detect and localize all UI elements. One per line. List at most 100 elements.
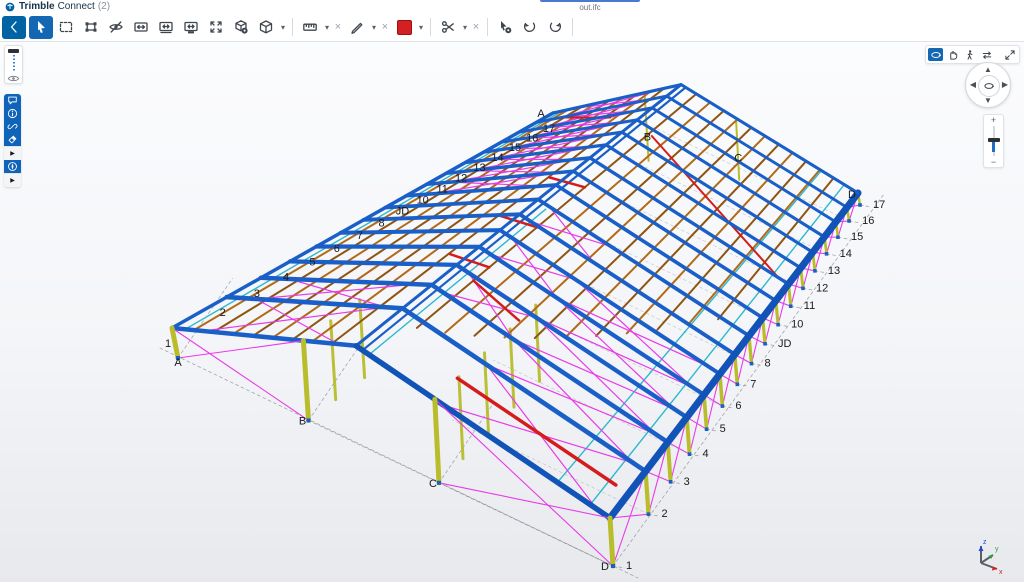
grid-label: 12 <box>455 173 467 185</box>
undo-button[interactable] <box>518 16 542 39</box>
expand-panel-top[interactable]: ▶ <box>4 146 21 160</box>
zoom-in-button[interactable]: + <box>991 115 996 125</box>
grid-label: 4 <box>283 271 289 283</box>
grid-label: A <box>174 357 182 369</box>
transparency-slider-track[interactable] <box>13 55 15 72</box>
axes-triad: z y x <box>968 534 1010 576</box>
expand-panel-bottom[interactable]: ▶ <box>4 173 21 187</box>
grid-label: 2 <box>220 307 226 319</box>
model-tab-label[interactable]: out.ifc <box>540 3 640 12</box>
grid-label: 8 <box>765 358 771 370</box>
grid-label: 6 <box>334 243 340 255</box>
grid-label: 15 <box>851 231 863 243</box>
orbit-tool[interactable] <box>928 48 943 61</box>
rotate-down-chevron[interactable]: ▼ <box>984 97 992 105</box>
zoom-out-button[interactable]: − <box>991 157 996 167</box>
brand-name-bold: Trimble <box>19 1 55 12</box>
model-options-tool[interactable] <box>229 16 253 39</box>
zoom-slider-handle[interactable] <box>988 138 1000 142</box>
clear-tool-button[interactable]: × <box>379 21 391 33</box>
grid-label: 13 <box>828 265 840 277</box>
ghost-eye-icon <box>7 74 20 83</box>
swap-view-tool[interactable] <box>979 48 994 61</box>
x-axis-label: x <box>999 569 1003 576</box>
zoom-slider[interactable]: + − <box>983 114 1004 168</box>
dropdown-caret[interactable]: ▾ <box>417 23 425 32</box>
toolbar-separator <box>487 18 488 36</box>
rotate-left-chevron[interactable]: ◀ <box>969 81 977 89</box>
clear-tool-button[interactable]: × <box>332 21 344 33</box>
explode-tool[interactable] <box>4 160 21 173</box>
transparency-slider[interactable] <box>4 45 23 84</box>
pick-settings-tool[interactable] <box>493 16 517 39</box>
model-viewport[interactable]: 1122334455667788JDJD10101111121213131414… <box>0 42 1024 582</box>
grid-label: B <box>644 131 651 143</box>
model-3d-view[interactable]: 1122334455667788JDJD10101111121213131414… <box>0 42 1024 582</box>
zoom-slider-track[interactable] <box>993 126 995 156</box>
grid-label: JD <box>778 338 792 350</box>
link-tool[interactable] <box>4 120 21 133</box>
orbit-center-icon[interactable] <box>978 75 1000 97</box>
markup-color-swatch[interactable] <box>392 16 416 39</box>
z-axis-arrow <box>979 546 984 551</box>
clear-tool-button[interactable]: × <box>470 21 482 33</box>
grid-label: 14 <box>491 152 503 164</box>
grid-label: 7 <box>357 230 363 242</box>
pan-tool[interactable] <box>945 48 960 61</box>
grid-label: 13 <box>473 162 485 174</box>
model-count-badge: (2) <box>98 1 110 12</box>
markup-comment-tool[interactable] <box>4 94 21 107</box>
toolbar-separator <box>430 18 431 36</box>
grid-label: 11 <box>804 300 815 312</box>
grid-label: 1 <box>626 560 632 572</box>
grid-label: 3 <box>254 288 260 300</box>
grid-label: 1 <box>165 338 171 350</box>
dropdown-caret[interactable]: ▾ <box>279 23 287 32</box>
walk-tool[interactable] <box>962 48 977 61</box>
grid-label: 3 <box>684 476 690 488</box>
object-info-tool[interactable] <box>4 107 21 120</box>
fit-to-view-tool[interactable] <box>204 16 228 39</box>
grid-label: D <box>848 189 856 201</box>
rotate-up-chevron[interactable]: ▲ <box>984 66 992 74</box>
select-tool[interactable] <box>29 16 53 39</box>
clip-plane-tool[interactable] <box>436 16 460 39</box>
back-button[interactable] <box>2 16 26 39</box>
grid-label: 5 <box>309 257 315 269</box>
z-axis-label: z <box>983 539 987 546</box>
grid-label: C <box>734 152 742 164</box>
dropdown-caret[interactable]: ▾ <box>323 23 331 32</box>
toolbar-separator <box>572 18 573 36</box>
view-panel-center-tool[interactable] <box>154 16 178 39</box>
transparency-slider-handle[interactable] <box>8 49 19 53</box>
dropdown-caret[interactable]: ▾ <box>461 23 469 32</box>
view-panel-left-tool[interactable] <box>129 16 153 39</box>
trimble-logo-icon <box>5 2 15 12</box>
fullscreen-tool[interactable] <box>1002 48 1017 61</box>
marquee-select-tool[interactable] <box>54 16 78 39</box>
expand-arrow-icon: ▶ <box>10 151 15 157</box>
app-header: Trimble Connect (2) out.ifc <box>0 0 1024 13</box>
grid-label: 16 <box>526 133 538 145</box>
toolbar-separator <box>292 18 293 36</box>
active-tab-indicator <box>540 0 640 2</box>
hide-objects-tool[interactable] <box>104 16 128 39</box>
measure-tool[interactable] <box>298 16 322 39</box>
grid-label: 5 <box>720 423 726 435</box>
grid-label: 6 <box>735 400 741 412</box>
views-cube-tool[interactable] <box>254 16 278 39</box>
dropdown-caret[interactable]: ▾ <box>370 23 378 32</box>
paint-tool[interactable] <box>4 133 21 146</box>
main-toolbar: ▾▾×▾×▾▾× <box>0 13 1024 42</box>
view-panel-bottom-tool[interactable] <box>179 16 203 39</box>
left-tool-panel: ▶▶ <box>4 94 21 187</box>
orbit-navigation-wheel[interactable]: ▲ ◀ ▶ ▼ <box>965 62 1011 108</box>
steel-structure: 1122334455667788JDJD10101111121213131414… <box>160 85 885 578</box>
redo-button[interactable] <box>543 16 567 39</box>
brand-name-light: Connect <box>58 1 95 12</box>
grid-label: 2 <box>662 508 668 520</box>
grid-label: D <box>601 561 609 573</box>
markup-draw-tool[interactable] <box>345 16 369 39</box>
rotate-right-chevron[interactable]: ▶ <box>1001 81 1009 89</box>
polygon-select-tool[interactable] <box>79 16 103 39</box>
